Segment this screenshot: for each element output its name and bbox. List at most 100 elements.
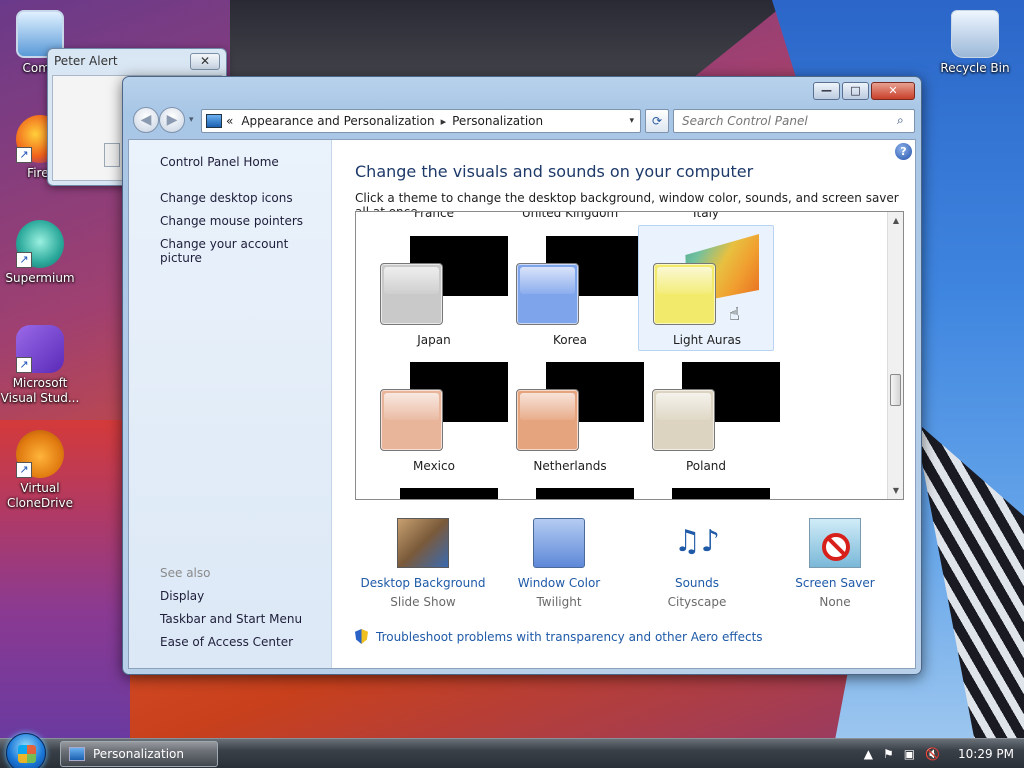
desktop-icon-label: Microsoft Visual Stud...	[0, 376, 80, 405]
desktop-icon-recycle-bin[interactable]: Recycle Bin	[935, 10, 1015, 76]
desktop-icon-label: Virtual CloneDrive	[6, 481, 74, 510]
refresh-button[interactable]: ⟳	[645, 109, 669, 133]
network-icon[interactable]: ▣	[904, 747, 915, 761]
scroll-thumb[interactable]	[890, 374, 901, 406]
hand-cursor-icon: ☝	[729, 304, 740, 325]
personalization-options: Desktop Background Slide Show Window Col…	[355, 518, 904, 614]
theme-label: Korea	[552, 333, 588, 347]
shortcut-arrow-icon: ↗	[16, 252, 32, 268]
window-color-option[interactable]: Window Color Twilight	[491, 518, 627, 609]
theme-color-swatch	[516, 389, 579, 451]
sounds-option[interactable]: ♫♪ Sounds Cityscape	[629, 518, 765, 609]
theme-color-swatch	[516, 263, 579, 325]
desktop-icon-label: Recycle Bin	[940, 61, 1010, 75]
window-color-icon	[533, 518, 585, 568]
search-icon[interactable]: ⌕	[897, 113, 904, 128]
desktop-icon-supermium[interactable]: ↗ Supermium	[0, 220, 80, 286]
shortcut-arrow-icon: ↗	[16, 147, 32, 163]
close-button[interactable]: ✕	[871, 82, 915, 100]
breadcrumb-appearance[interactable]: Appearance and Personalization	[241, 114, 434, 128]
volume-muted-icon[interactable]: 🔇	[925, 747, 940, 761]
desktop-background-option[interactable]: Desktop Background Slide Show	[355, 518, 491, 609]
no-symbol-icon	[822, 533, 850, 561]
main-pane: ? Change the visuals and sounds on your …	[333, 140, 915, 668]
breadcrumb-separator-icon[interactable]: ▸	[441, 115, 447, 128]
taskbar-item-personalization[interactable]: Personalization	[60, 741, 218, 767]
option-name[interactable]: Sounds	[629, 576, 765, 590]
search-input[interactable]	[673, 109, 915, 133]
taskbar-item-label: Personalization	[93, 747, 184, 761]
supermium-icon: ↗	[16, 220, 64, 268]
theme-color-swatch	[380, 389, 443, 451]
theme-color-swatch	[652, 389, 715, 451]
minimize-button[interactable]: —	[813, 82, 840, 100]
theme-gallery[interactable]: France United Kingdom Italy Japan Korea …	[355, 211, 904, 500]
troubleshoot-link-text[interactable]: Troubleshoot problems with transparency …	[376, 630, 763, 644]
theme-gallery-scrollbar[interactable]: ▲ ▼	[887, 212, 903, 499]
theme-background-preview-partial	[536, 488, 634, 499]
theme-korea[interactable]: Korea	[502, 226, 644, 352]
theme-label: Japan	[417, 333, 451, 347]
desktop-icon-virtual-clonedrive[interactable]: ↗ Virtual CloneDrive	[0, 430, 80, 511]
screen-saver-icon	[809, 518, 861, 568]
address-bar[interactable]: « Appearance and Personalization ▸ Perso…	[201, 109, 641, 133]
navigation-bar: ◀ ▶ ▾ « Appearance and Personalization ▸…	[131, 107, 915, 135]
scroll-down-arrow-icon[interactable]: ▼	[888, 482, 903, 499]
theme-poland[interactable]: Poland	[638, 352, 780, 478]
alert-button[interactable]	[104, 143, 120, 167]
sidebar-item-change-account-picture[interactable]: Change your account picture	[160, 237, 331, 265]
start-button[interactable]	[6, 733, 46, 768]
theme-color-swatch	[653, 263, 716, 325]
personalization-window[interactable]: — □ ✕ ◀ ▶ ▾ « Appearance and Personaliza…	[122, 76, 922, 675]
theme-label-partial: United Kingdom	[521, 211, 619, 220]
recent-pages-dropdown[interactable]: ▾	[189, 115, 194, 125]
action-center-flag-icon[interactable]: ⚑	[883, 747, 894, 761]
page-title: Change the visuals and sounds on your co…	[355, 162, 754, 181]
option-name[interactable]: Window Color	[491, 576, 627, 590]
troubleshoot-link[interactable]: Troubleshoot problems with transparency …	[355, 629, 763, 644]
scroll-up-arrow-icon[interactable]: ▲	[888, 212, 903, 229]
show-hidden-icons-button[interactable]: ▲	[864, 747, 873, 761]
address-overflow-chevron[interactable]: «	[226, 114, 233, 128]
theme-label: Netherlands	[533, 459, 607, 473]
sidebar-item-taskbar-start-menu[interactable]: Taskbar and Start Menu	[160, 612, 302, 626]
address-dropdown-icon[interactable]: ▾	[629, 116, 634, 126]
theme-label: Poland	[685, 459, 727, 473]
system-tray: ▲ ⚑ ▣ 🔇 10:29 PM	[854, 739, 1014, 768]
option-name[interactable]: Screen Saver	[767, 576, 903, 590]
theme-label-partial: France	[414, 211, 454, 220]
screen-saver-option[interactable]: Screen Saver None	[767, 518, 903, 609]
theme-netherlands[interactable]: Netherlands	[502, 352, 644, 478]
control-panel-icon	[206, 114, 222, 128]
visual-studio-icon: ↗	[16, 325, 64, 373]
option-value: None	[819, 595, 851, 609]
desktop-icon-visual-studio[interactable]: ↗ Microsoft Visual Stud...	[0, 325, 80, 406]
desktop-background-icon	[397, 518, 449, 568]
option-value: Slide Show	[390, 595, 456, 609]
sidebar-item-change-mouse-pointers[interactable]: Change mouse pointers	[160, 214, 303, 228]
sounds-icon: ♫♪	[673, 524, 721, 559]
theme-label: Mexico	[413, 459, 455, 473]
back-button[interactable]: ◀	[133, 107, 159, 133]
theme-mexico[interactable]: Mexico	[366, 352, 508, 478]
virtual-clonedrive-icon: ↗	[16, 430, 64, 478]
theme-background-preview-partial	[672, 488, 770, 499]
alert-close-button[interactable]: ✕	[190, 53, 220, 70]
sidebar-item-ease-of-access[interactable]: Ease of Access Center	[160, 635, 293, 649]
theme-label: Light Auras	[672, 333, 742, 347]
theme-label-partial: Italy	[692, 211, 720, 220]
sidebar-item-change-desktop-icons[interactable]: Change desktop icons	[160, 191, 293, 205]
option-value: Twilight	[536, 595, 582, 609]
theme-japan[interactable]: Japan	[366, 226, 508, 352]
clock[interactable]: 10:29 PM	[958, 747, 1014, 761]
forward-button[interactable]: ▶	[159, 107, 185, 133]
option-value: Cityscape	[667, 595, 727, 609]
sidebar-item-display[interactable]: Display	[160, 589, 204, 603]
breadcrumb-personalization[interactable]: Personalization	[452, 114, 543, 128]
window-controls: — □ ✕	[813, 82, 915, 100]
theme-light-auras[interactable]: Light Auras ☝	[638, 225, 774, 351]
option-name[interactable]: Desktop Background	[355, 576, 491, 590]
maximize-button[interactable]: □	[842, 82, 869, 100]
sidebar-item-control-panel-home[interactable]: Control Panel Home	[160, 155, 279, 169]
help-button[interactable]: ?	[895, 143, 912, 160]
